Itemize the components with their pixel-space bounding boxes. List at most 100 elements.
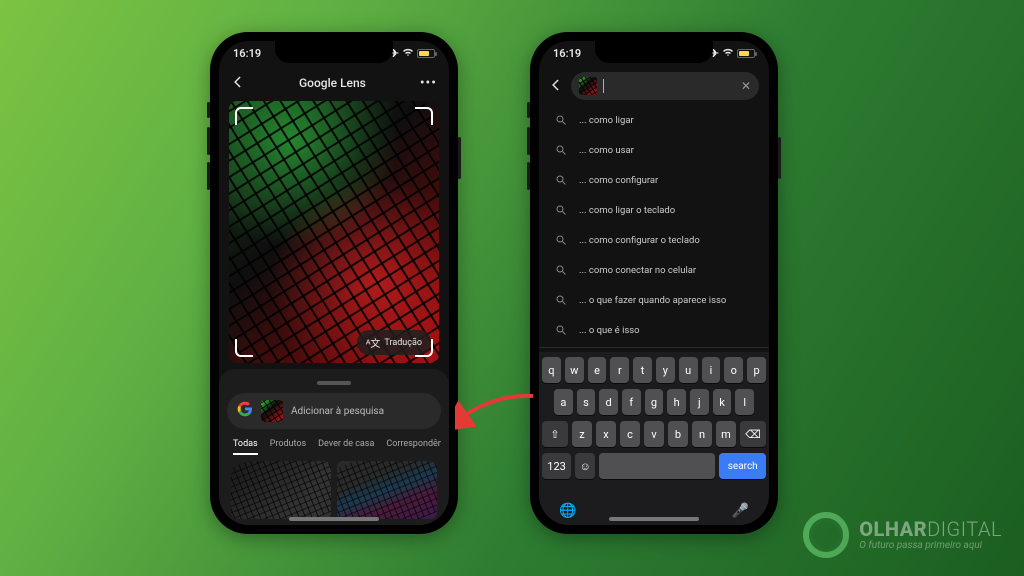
clear-button[interactable]: ✕ bbox=[741, 79, 751, 93]
back-button[interactable] bbox=[549, 77, 563, 96]
suggestions-list: ... como ligar ... como usar ... como co… bbox=[539, 103, 769, 345]
key[interactable]: z bbox=[572, 421, 592, 447]
notch bbox=[595, 41, 713, 63]
key[interactable]: b bbox=[668, 421, 688, 447]
emoji-key[interactable]: ☺ bbox=[575, 453, 595, 479]
numbers-key[interactable]: 123 bbox=[542, 453, 571, 479]
status-time: 16:19 bbox=[553, 47, 581, 60]
annotation-arrow bbox=[455, 390, 535, 430]
search-key[interactable]: search bbox=[719, 453, 766, 479]
suggestion-item[interactable]: ... como configurar o teclado bbox=[543, 225, 765, 255]
globe-key[interactable]: 🌐 bbox=[559, 503, 576, 519]
keyboard-row-3: ⇧ z x c v b n m ⌫ bbox=[542, 421, 766, 447]
lens-viewfinder[interactable]: ᴬ文 Tradução bbox=[229, 101, 439, 363]
suggestion-text: ... como conectar no celular bbox=[579, 265, 696, 276]
logo-icon bbox=[803, 512, 849, 558]
keyboard-pattern bbox=[229, 101, 439, 363]
notch bbox=[275, 41, 393, 63]
key[interactable]: d bbox=[599, 389, 618, 415]
search-image-thumb bbox=[261, 400, 283, 422]
suggestion-item[interactable]: ... como configurar bbox=[543, 165, 765, 195]
keyboard-row-1: q w e r t y u i o p bbox=[542, 357, 766, 383]
tab-homework[interactable]: Dever de casa bbox=[318, 439, 374, 455]
key[interactable]: w bbox=[565, 357, 584, 383]
tab-match[interactable]: Correspondênc bbox=[386, 439, 441, 455]
suggestion-item[interactable]: ... o que fazer quando aparece isso bbox=[543, 285, 765, 315]
result-tabs: Todas Produtos Dever de casa Correspondê… bbox=[227, 429, 441, 461]
app-title: Google Lens bbox=[299, 76, 366, 90]
key[interactable]: f bbox=[622, 389, 641, 415]
suggestion-item[interactable]: ... como ligar bbox=[543, 105, 765, 135]
translate-icon: ᴬ文 bbox=[366, 335, 381, 350]
tab-products[interactable]: Produtos bbox=[270, 439, 306, 455]
key[interactable]: a bbox=[554, 389, 573, 415]
power-button bbox=[778, 137, 781, 179]
translate-chip[interactable]: ᴬ文 Tradução bbox=[357, 330, 431, 355]
key[interactable]: h bbox=[667, 389, 686, 415]
key[interactable]: j bbox=[690, 389, 709, 415]
suggestion-item[interactable]: ... como usar bbox=[543, 135, 765, 165]
crop-corner-tr[interactable] bbox=[415, 107, 433, 125]
delete-key[interactable]: ⌫ bbox=[740, 421, 766, 447]
key[interactable]: n bbox=[692, 421, 712, 447]
suggestion-item[interactable]: ... como ligar o teclado bbox=[543, 195, 765, 225]
key[interactable]: i bbox=[702, 357, 721, 383]
key[interactable]: x bbox=[596, 421, 616, 447]
key[interactable]: r bbox=[610, 357, 629, 383]
power-button bbox=[458, 137, 461, 179]
shift-key[interactable]: ⇧ bbox=[542, 421, 568, 447]
crop-corner-bl[interactable] bbox=[235, 339, 253, 357]
brand-name: OLHARDIGITAL bbox=[859, 519, 1002, 539]
search-icon bbox=[553, 262, 569, 278]
suggestion-text: ... como ligar o teclado bbox=[579, 205, 675, 216]
volume-up bbox=[527, 127, 530, 155]
suggestion-item[interactable]: ... o que é isso bbox=[543, 315, 765, 345]
status-time: 16:19 bbox=[233, 47, 261, 60]
search-input[interactable]: ✕ bbox=[571, 72, 759, 100]
key[interactable]: y bbox=[656, 357, 675, 383]
key[interactable]: v bbox=[644, 421, 664, 447]
key[interactable]: k bbox=[713, 389, 732, 415]
key[interactable]: c bbox=[620, 421, 640, 447]
text-cursor bbox=[603, 79, 604, 93]
key[interactable]: o bbox=[724, 357, 743, 383]
results-bottom-sheet[interactable]: Adicionar à pesquisa Todas Produtos Deve… bbox=[219, 369, 449, 525]
lens-header: Google Lens ••• bbox=[219, 69, 449, 97]
back-button[interactable] bbox=[231, 74, 245, 93]
key[interactable]: m bbox=[716, 421, 736, 447]
key[interactable]: u bbox=[679, 357, 698, 383]
drag-handle[interactable] bbox=[317, 381, 351, 385]
key[interactable]: s bbox=[577, 389, 596, 415]
key[interactable]: q bbox=[542, 357, 561, 383]
tab-all[interactable]: Todas bbox=[233, 439, 258, 455]
key[interactable]: g bbox=[645, 389, 664, 415]
more-button[interactable]: ••• bbox=[420, 76, 437, 90]
phone-mockup-left: 16:19 ✈ Google Lens ••• ᴬ文 bbox=[210, 32, 458, 534]
suggestion-text: ... como configurar bbox=[579, 175, 658, 186]
key[interactable]: t bbox=[633, 357, 652, 383]
battery-icon bbox=[417, 49, 435, 58]
mic-key[interactable]: 🎤 bbox=[732, 503, 749, 519]
add-to-search-field[interactable]: Adicionar à pesquisa bbox=[227, 393, 441, 429]
key[interactable]: p bbox=[747, 357, 766, 383]
search-icon bbox=[553, 112, 569, 128]
result-card[interactable] bbox=[337, 461, 437, 519]
home-indicator[interactable] bbox=[289, 517, 379, 521]
phone-mockup-right: 16:19 ✈ ✕ ... como ligar ... como usar bbox=[530, 32, 778, 534]
search-icon bbox=[553, 322, 569, 338]
volume-down bbox=[207, 162, 210, 190]
key[interactable]: e bbox=[588, 357, 607, 383]
battery-icon bbox=[737, 49, 755, 58]
crop-corner-tl[interactable] bbox=[235, 107, 253, 125]
suggestion-text: ... como ligar bbox=[579, 115, 634, 126]
mute-switch bbox=[207, 102, 210, 118]
keyboard-row-4: 123 ☺ search bbox=[542, 453, 766, 479]
suggestion-item[interactable]: ... como conectar no celular bbox=[543, 255, 765, 285]
home-indicator[interactable] bbox=[609, 517, 699, 521]
ios-keyboard: q w e r t y u i o p a s d f g h j k l bbox=[539, 352, 769, 525]
add-search-placeholder: Adicionar à pesquisa bbox=[291, 406, 431, 417]
spacebar[interactable] bbox=[599, 453, 715, 479]
key[interactable]: l bbox=[735, 389, 754, 415]
result-card[interactable] bbox=[231, 461, 331, 519]
search-header: ✕ bbox=[539, 69, 769, 103]
